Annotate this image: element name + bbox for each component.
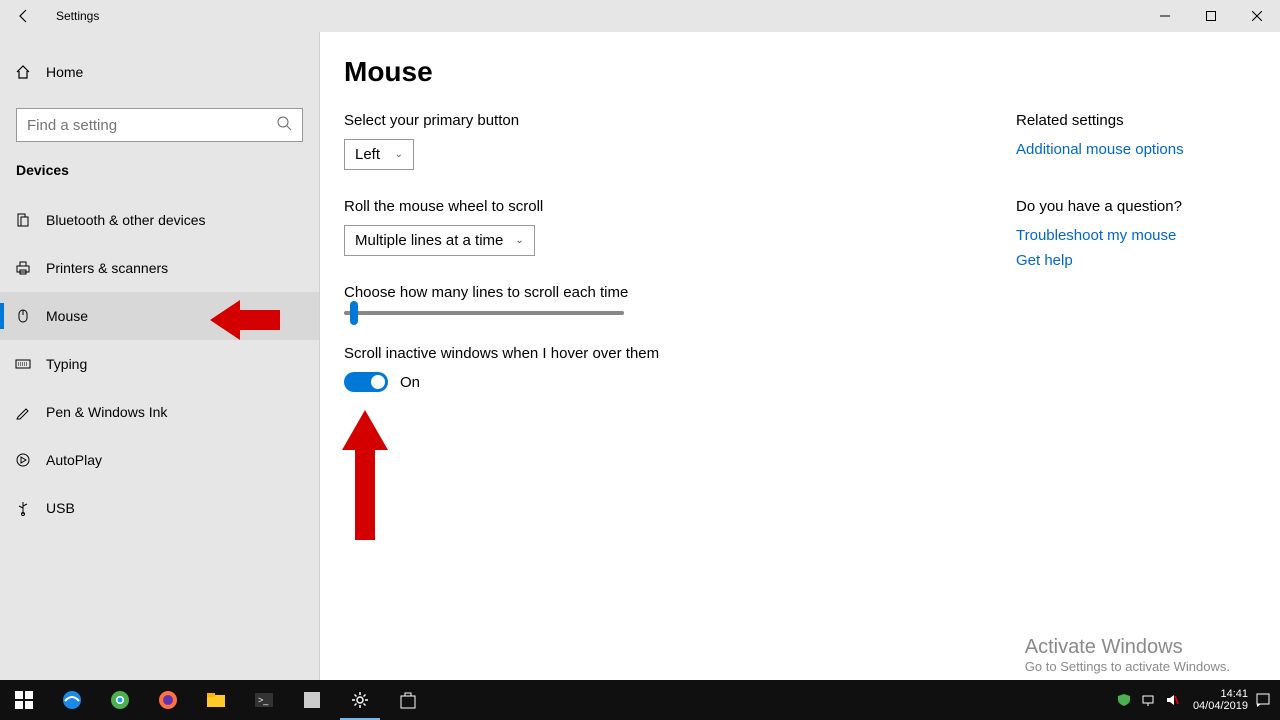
system-tray: 14:41 04/04/2019 — [1115, 688, 1280, 712]
primary-button-label: Select your primary button — [344, 112, 659, 129]
taskbar-terminal[interactable]: >_ — [240, 680, 288, 720]
sidebar-item-label: AutoPlay — [46, 452, 102, 468]
maximize-button[interactable] — [1188, 0, 1234, 32]
troubleshoot-link[interactable]: Troubleshoot my mouse — [1016, 227, 1232, 244]
toggle-knob — [371, 375, 385, 389]
tray-network-icon[interactable] — [1139, 691, 1157, 709]
search-box[interactable] — [16, 108, 303, 142]
taskbar-explorer[interactable] — [192, 680, 240, 720]
close-button[interactable] — [1234, 0, 1280, 32]
sidebar-item-label: Bluetooth & other devices — [46, 212, 206, 228]
question-heading: Do you have a question? — [1016, 198, 1232, 215]
devices-icon — [14, 211, 32, 229]
lines-label: Choose how many lines to scroll each tim… — [344, 284, 659, 301]
sidebar-item-label: Mouse — [46, 308, 88, 324]
dropdown-value: Left — [355, 146, 380, 163]
chevron-down-icon: ⌄ — [515, 235, 523, 246]
taskbar-settings[interactable] — [336, 680, 384, 720]
annotation-arrow-up — [340, 410, 390, 540]
sidebar-item-label: Pen & Windows Ink — [46, 404, 167, 420]
usb-icon — [14, 499, 32, 517]
start-button[interactable] — [0, 680, 48, 720]
inactive-windows-toggle[interactable] — [344, 372, 388, 392]
sidebar-item-label: Printers & scanners — [46, 260, 168, 276]
sidebar-item-pen[interactable]: Pen & Windows Ink — [0, 388, 319, 436]
sidebar-item-printers[interactable]: Printers & scanners — [0, 244, 319, 292]
search-icon — [276, 115, 292, 136]
page-title: Mouse — [344, 56, 1256, 88]
taskbar-edge[interactable] — [48, 680, 96, 720]
taskbar-firefox[interactable] — [144, 680, 192, 720]
tray-time: 14:41 — [1193, 688, 1248, 700]
home-icon — [14, 63, 32, 81]
tray-date: 04/04/2019 — [1193, 700, 1248, 712]
scroll-lines-slider[interactable] — [344, 311, 624, 315]
dropdown-value: Multiple lines at a time — [355, 232, 503, 249]
watermark-subtitle: Go to Settings to activate Windows. — [1025, 659, 1230, 674]
inactive-windows-label: Scroll inactive windows when I hover ove… — [344, 345, 659, 362]
primary-button-dropdown[interactable]: Left ⌄ — [344, 139, 414, 170]
titlebar: Settings — [0, 0, 1280, 32]
window-title: Settings — [56, 9, 99, 23]
sidebar-category: Devices — [0, 162, 319, 178]
tray-notifications-icon[interactable] — [1254, 691, 1272, 709]
taskbar: >_ 14:41 04/04/2019 — [0, 680, 1280, 720]
sidebar-home[interactable]: Home — [0, 48, 319, 96]
tray-clock[interactable]: 14:41 04/04/2019 — [1193, 688, 1248, 712]
mouse-icon — [14, 307, 32, 325]
sidebar: Home Devices Bluetooth & other devices P… — [0, 32, 320, 680]
related-heading: Related settings — [1016, 112, 1232, 129]
watermark-title: Activate Windows — [1025, 636, 1230, 659]
sidebar-item-usb[interactable]: USB — [0, 484, 319, 532]
svg-text:>_: >_ — [258, 695, 269, 705]
activation-watermark: Activate Windows Go to Settings to activ… — [1025, 636, 1230, 674]
main-content: Mouse Select your primary button Left ⌄ … — [320, 32, 1280, 680]
sidebar-home-label: Home — [46, 64, 83, 80]
taskbar-app[interactable] — [288, 680, 336, 720]
sidebar-item-label: Typing — [46, 356, 87, 372]
chevron-down-icon: ⌄ — [395, 149, 403, 160]
back-button[interactable] — [0, 0, 48, 32]
sidebar-item-autoplay[interactable]: AutoPlay — [0, 436, 319, 484]
annotation-arrow-left — [210, 295, 280, 345]
get-help-link[interactable]: Get help — [1016, 252, 1232, 269]
sidebar-item-typing[interactable]: Typing — [0, 340, 319, 388]
autoplay-icon — [14, 451, 32, 469]
pen-icon — [14, 403, 32, 421]
printer-icon — [14, 259, 32, 277]
search-input[interactable] — [27, 117, 276, 134]
slider-thumb[interactable] — [350, 301, 358, 325]
scroll-wheel-dropdown[interactable]: Multiple lines at a time ⌄ — [344, 225, 535, 256]
taskbar-store[interactable] — [384, 680, 432, 720]
tray-volume-icon[interactable] — [1163, 691, 1181, 709]
toggle-state: On — [400, 374, 420, 391]
sidebar-item-label: USB — [46, 500, 75, 516]
taskbar-chrome[interactable] — [96, 680, 144, 720]
scroll-wheel-label: Roll the mouse wheel to scroll — [344, 198, 659, 215]
sidebar-item-bluetooth[interactable]: Bluetooth & other devices — [0, 196, 319, 244]
tray-security-icon[interactable] — [1115, 691, 1133, 709]
additional-mouse-options-link[interactable]: Additional mouse options — [1016, 141, 1232, 158]
keyboard-icon — [14, 355, 32, 373]
minimize-button[interactable] — [1142, 0, 1188, 32]
